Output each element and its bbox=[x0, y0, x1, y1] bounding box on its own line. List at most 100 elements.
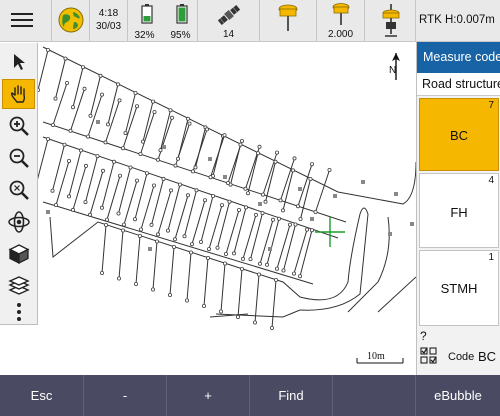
code-group-dropdown[interactable]: Road structure bbox=[417, 73, 500, 96]
spot-point[interactable] bbox=[162, 145, 166, 149]
survey-point[interactable] bbox=[158, 148, 163, 153]
orbit-tool-button[interactable] bbox=[2, 207, 35, 237]
satellites-button[interactable]: 14 bbox=[198, 0, 260, 41]
spot-point[interactable] bbox=[388, 232, 392, 236]
survey-point[interactable] bbox=[68, 128, 73, 133]
survey-point[interactable] bbox=[231, 251, 236, 256]
survey-point[interactable] bbox=[152, 183, 157, 188]
survey-point[interactable] bbox=[202, 198, 207, 203]
spot-point[interactable] bbox=[333, 194, 337, 198]
antenna-height-button[interactable]: 2.000 bbox=[317, 0, 365, 41]
survey-point[interactable] bbox=[222, 133, 227, 138]
survey-point[interactable] bbox=[100, 92, 105, 97]
survey-point[interactable] bbox=[95, 154, 100, 159]
spot-point[interactable] bbox=[394, 192, 398, 196]
survey-point[interactable] bbox=[128, 165, 133, 170]
survey-point[interactable] bbox=[83, 200, 88, 205]
survey-point[interactable] bbox=[152, 110, 157, 115]
survey-point[interactable] bbox=[297, 274, 302, 279]
esc-button[interactable]: Esc bbox=[0, 375, 84, 416]
survey-point[interactable] bbox=[84, 163, 89, 168]
zoom-in-tool-button[interactable] bbox=[2, 111, 35, 141]
survey-point[interactable] bbox=[139, 227, 144, 232]
survey-point[interactable] bbox=[112, 159, 117, 164]
survey-point[interactable] bbox=[235, 314, 240, 319]
survey-point[interactable] bbox=[205, 255, 210, 260]
survey-point[interactable] bbox=[66, 159, 71, 164]
survey-point[interactable] bbox=[101, 168, 106, 173]
survey-point[interactable] bbox=[280, 208, 285, 213]
survey-point[interactable] bbox=[104, 222, 109, 227]
survey-point[interactable] bbox=[201, 303, 206, 308]
survey-point[interactable] bbox=[238, 142, 243, 147]
code-button-fh[interactable]: 4 FH bbox=[419, 173, 499, 248]
survey-point[interactable] bbox=[171, 244, 176, 249]
survey-point[interactable] bbox=[239, 139, 244, 144]
survey-point[interactable] bbox=[141, 139, 146, 144]
survey-point[interactable] bbox=[276, 216, 281, 221]
survey-point[interactable] bbox=[298, 216, 303, 221]
survey-point[interactable] bbox=[313, 209, 318, 214]
survey-point[interactable] bbox=[292, 156, 297, 161]
survey-point[interactable] bbox=[253, 212, 258, 217]
survey-point[interactable] bbox=[71, 105, 76, 110]
survey-point[interactable] bbox=[243, 186, 248, 191]
survey-point[interactable] bbox=[138, 233, 143, 238]
survey-point[interactable] bbox=[219, 203, 224, 208]
survey-point[interactable] bbox=[208, 175, 213, 180]
survey-point[interactable] bbox=[45, 48, 50, 53]
survey-point[interactable] bbox=[100, 270, 105, 275]
survey-point[interactable] bbox=[168, 108, 173, 113]
survey-point[interactable] bbox=[256, 272, 261, 277]
spot-point[interactable] bbox=[268, 247, 272, 251]
survey-point[interactable] bbox=[167, 292, 172, 297]
survey-point[interactable] bbox=[81, 65, 86, 70]
survey-point[interactable] bbox=[118, 173, 123, 178]
survey-point[interactable] bbox=[187, 121, 192, 126]
survey-point[interactable] bbox=[173, 163, 178, 168]
survey-point[interactable] bbox=[257, 144, 262, 149]
zoom-out-button[interactable]: - bbox=[84, 375, 167, 416]
survey-point[interactable] bbox=[193, 165, 198, 170]
pan-tool-button[interactable] bbox=[2, 79, 35, 109]
spot-point[interactable] bbox=[258, 202, 262, 206]
survey-point[interactable] bbox=[121, 146, 126, 151]
zoom-extents-tool-button[interactable] bbox=[2, 175, 35, 205]
zoom-in-button[interactable]: + bbox=[167, 375, 250, 416]
survey-point[interactable] bbox=[198, 239, 203, 244]
survey-point[interactable] bbox=[210, 193, 215, 198]
survey-point[interactable] bbox=[184, 298, 189, 303]
survey-point[interactable] bbox=[53, 96, 58, 101]
survey-point[interactable] bbox=[236, 207, 241, 212]
zoom-out-tool-button[interactable] bbox=[2, 143, 35, 173]
survey-point[interactable] bbox=[156, 232, 161, 237]
survey-point[interactable] bbox=[161, 176, 166, 181]
survey-point[interactable] bbox=[257, 261, 262, 266]
datetime-display[interactable]: 4:18 30/03 bbox=[90, 0, 128, 41]
survey-point[interactable] bbox=[100, 205, 105, 210]
survey-point[interactable] bbox=[169, 115, 174, 120]
survey-point[interactable] bbox=[50, 188, 55, 193]
survey-point[interactable] bbox=[185, 193, 190, 198]
survey-point[interactable] bbox=[239, 266, 244, 271]
survey-point[interactable] bbox=[121, 228, 126, 233]
survey-point[interactable] bbox=[223, 251, 228, 256]
survey-point[interactable] bbox=[117, 98, 122, 103]
code-button-stmh[interactable]: 1 STMH bbox=[419, 250, 499, 326]
survey-point[interactable] bbox=[291, 271, 296, 276]
survey-point[interactable] bbox=[151, 287, 156, 292]
survey-style-button[interactable] bbox=[365, 0, 416, 41]
spot-point[interactable] bbox=[223, 175, 227, 179]
help-button[interactable]: ? bbox=[420, 329, 427, 343]
survey-point[interactable] bbox=[168, 188, 173, 193]
survey-point[interactable] bbox=[116, 82, 121, 87]
survey-point[interactable] bbox=[309, 228, 314, 233]
view-cube-tool-button[interactable] bbox=[2, 239, 35, 269]
survey-point[interactable] bbox=[172, 237, 177, 242]
find-button[interactable]: Find bbox=[250, 375, 333, 416]
survey-point[interactable] bbox=[156, 157, 161, 162]
survey-point[interactable] bbox=[252, 320, 257, 325]
map-view[interactable]: N 10m bbox=[38, 42, 416, 375]
spot-point[interactable] bbox=[148, 247, 152, 251]
survey-point[interactable] bbox=[149, 222, 154, 227]
